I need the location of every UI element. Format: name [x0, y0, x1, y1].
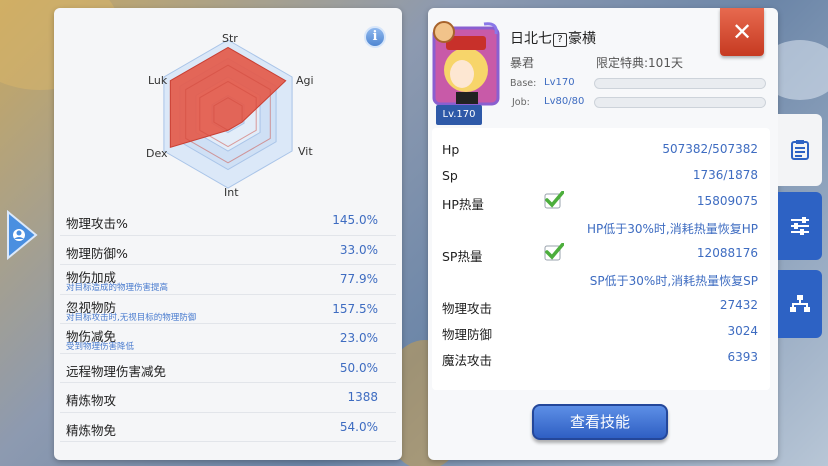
stats-panel: Str Agi Vit Int Dex Luk i 物理攻击% 145.0% 物…: [54, 8, 402, 460]
radar-label-int: Int: [224, 186, 239, 199]
radar-label-agi: Agi: [296, 74, 314, 87]
stat-value: 157.5%: [332, 301, 378, 316]
stat-value: 33.0%: [339, 242, 378, 257]
list-icon: [791, 140, 809, 160]
view-skills-button[interactable]: 查看技能: [532, 404, 668, 440]
radar-label-str: Str: [222, 32, 238, 45]
stat-row: 忽视物防 对目标攻击时,无视目标的物理防御 157.5%: [60, 295, 396, 324]
stat-value: 54.0%: [339, 419, 378, 434]
character-panel: Lv.170 日北七? 豪横 暴君 限定特典:101天 Base: Lv170 J…: [428, 8, 778, 460]
stat-row: 物理防御% 33.0%: [60, 236, 396, 265]
attr-row-hp-heat: HP热量 15809075: [432, 188, 770, 214]
base-label: Base:: [510, 78, 537, 89]
tab-settings[interactable]: [778, 192, 822, 260]
stat-name: 精炼物攻: [66, 393, 117, 408]
stat-value: 77.9%: [339, 272, 378, 286]
stat-row: 远程物理伤害减免 50.0%: [60, 354, 396, 383]
attr-name: 物理防御: [442, 327, 493, 342]
attr-name: SP热量: [442, 249, 483, 264]
check-icon[interactable]: [544, 191, 564, 209]
stat-description: 受到物理伤害降低: [66, 342, 135, 352]
character-name-text: 日北七: [510, 31, 552, 47]
attribute-list[interactable]: Hp 507382/507382 Sp 1736/1878 HP热量 15809…: [432, 128, 770, 390]
stat-list: 物理攻击% 145.0% 物理防御% 33.0% 物伤加成 对目标造成的物理伤害…: [60, 206, 396, 442]
stat-row: 精炼物免 54.0%: [60, 413, 396, 442]
job-exp-bar: [594, 97, 766, 108]
hierarchy-icon: [790, 295, 810, 312]
stat-row: 精炼物攻 1388: [60, 383, 396, 413]
attr-value: 12088176: [696, 246, 758, 260]
attr-row-patk: 物理攻击 27432: [432, 292, 770, 318]
job-label: Job:: [512, 97, 530, 108]
base-level: Lv170: [544, 77, 575, 88]
info-button[interactable]: i: [364, 26, 386, 48]
character-name: 日北七? 豪横: [510, 28, 596, 48]
stat-name: 远程物理伤害减免: [66, 363, 167, 379]
limited-perk: 限定特典:101天: [596, 56, 683, 70]
character-name-suffix: 豪横: [568, 31, 596, 47]
base-exp-bar: [594, 78, 766, 89]
attr-row-hp: Hp 507382/507382: [432, 136, 770, 162]
sp-heat-note: SP低于30%时,消耗热量恢复SP: [589, 274, 758, 288]
job-level: Lv80/80: [544, 96, 585, 107]
attr-name: Hp: [442, 142, 460, 157]
question-icon: ?: [553, 33, 567, 47]
tab-attributes[interactable]: [778, 114, 822, 186]
attr-name: Sp: [442, 168, 458, 183]
attr-row-sp: Sp 1736/1878: [432, 162, 770, 188]
attr-row-pdef: 物理防御 3024: [432, 318, 770, 344]
stat-name: 物理防御%: [66, 245, 128, 261]
attr-value: 27432: [719, 298, 758, 312]
attr-value: 6393: [727, 350, 758, 364]
check-icon[interactable]: [544, 243, 564, 261]
attr-value: 1736/1878: [692, 168, 758, 182]
attribute-radar-chart: Str Agi Vit Int Dex Luk i: [60, 14, 396, 206]
attr-value: 3024: [727, 324, 758, 338]
character-header: Lv.170 日北七? 豪横 暴君 限定特典:101天 Base: Lv170 J…: [428, 8, 778, 128]
stat-row: 物理攻击% 145.0%: [60, 206, 396, 236]
tab-hierarchy[interactable]: [778, 270, 822, 338]
level-tag: Lv.170: [436, 105, 482, 125]
attr-name: HP热量: [442, 197, 484, 212]
stat-name: 精炼物免: [66, 422, 117, 438]
avatar[interactable]: [432, 18, 502, 118]
hp-heat-note: HP低于30%时,消耗热量恢复HP: [586, 222, 758, 236]
radar-label-luk: Luk: [148, 74, 168, 87]
stat-description: 对目标攻击时,无视目标的物理防御: [66, 312, 197, 323]
profile-arrow-icon[interactable]: [6, 209, 40, 261]
stat-description: 对目标造成的物理伤害提高: [66, 283, 169, 293]
scroll-fade: [432, 372, 770, 390]
sliders-icon: [791, 217, 809, 235]
attr-row-sp-heat: SP热量 12088176: [432, 240, 770, 266]
radar-label-dex: Dex: [146, 147, 168, 160]
stat-row: 物伤加成 对目标造成的物理伤害提高 77.9%: [60, 265, 396, 295]
attr-value: 507382/507382: [662, 142, 758, 156]
stat-name: 物理攻击%: [66, 216, 128, 231]
attr-row-matk: 魔法攻击 6393: [432, 344, 770, 370]
attr-name: 魔法攻击: [442, 353, 493, 368]
close-button[interactable]: ✕: [720, 8, 764, 56]
attr-name: 物理攻击: [442, 301, 493, 316]
attr-value: 15809075: [696, 194, 758, 208]
stat-value: 23.0%: [339, 331, 378, 345]
character-title: 暴君: [510, 56, 535, 70]
stat-value: 50.0%: [339, 360, 378, 375]
stat-value: 145.0%: [332, 213, 378, 227]
stat-row: 物伤减免 受到物理伤害降低 23.0%: [60, 324, 396, 354]
radar-label-vit: Vit: [298, 145, 313, 158]
stat-value: 1388: [347, 390, 378, 404]
